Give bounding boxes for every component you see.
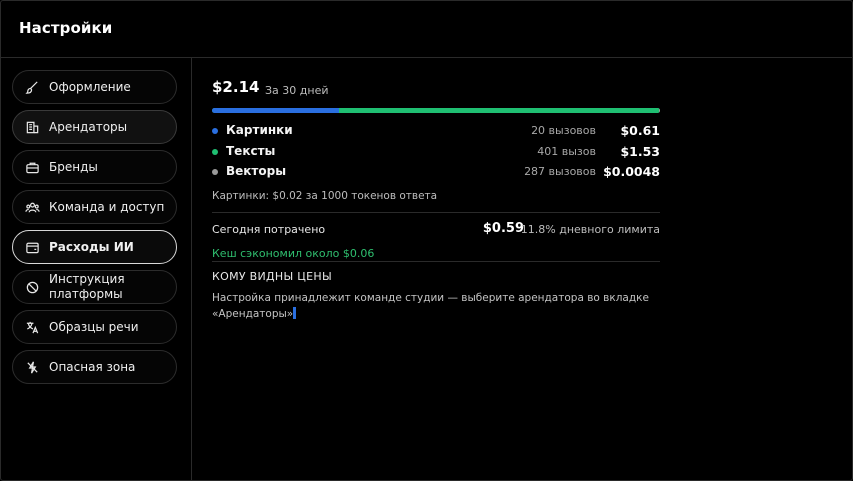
sidebar-item-label: Расходы ИИ — [49, 239, 134, 254]
sidebar-item-brands[interactable]: Бренды — [12, 150, 177, 184]
building-icon — [24, 119, 40, 135]
sidebar-item-label: Арендаторы — [49, 119, 128, 134]
wallet-icon — [24, 239, 40, 255]
danger-icon — [24, 359, 40, 375]
row-cost: $0.61 — [620, 123, 660, 138]
daily-limit-percent: 11.8% дневного лимита — [520, 223, 660, 236]
row-label: Картинки — [226, 123, 293, 137]
row-cost: $1.53 — [620, 144, 660, 159]
cost-row-images: Картинки 20 вызовов $0.61 — [212, 123, 660, 139]
legend-dot — [212, 169, 218, 175]
settings-sidebar: Оформление Арендаторы Бренды Команда и д… — [0, 58, 192, 481]
row-calls: 287 вызовов — [524, 165, 596, 178]
sidebar-item-team-access[interactable]: Команда и доступ — [12, 190, 177, 224]
divider — [212, 261, 660, 262]
page-title: Настройки — [19, 19, 113, 37]
cost-row-vectors: Векторы 287 вызовов $0.0048 — [212, 164, 660, 180]
divider — [212, 212, 660, 213]
row-calls: 20 вызовов — [531, 124, 596, 137]
legend-dot — [212, 128, 218, 134]
row-label: Векторы — [226, 164, 287, 178]
row-label: Тексты — [226, 144, 276, 158]
sidebar-item-speech-samples[interactable]: Образцы речи — [12, 310, 177, 344]
page-header: Настройки — [0, 0, 853, 58]
price-visibility-description: Настройка принадлежит команде студии — в… — [212, 290, 652, 322]
period-label: За 30 дней — [265, 84, 329, 97]
today-amount: $0.59 — [482, 221, 524, 236]
description-text: Настройка принадлежит команде студии — в… — [212, 292, 649, 320]
brush-icon — [24, 79, 40, 95]
cache-savings-note: Кеш сэкономил около $0.06 — [212, 247, 375, 260]
bar-segment-texts — [339, 108, 660, 113]
sidebar-item-tenants[interactable]: Арендаторы — [12, 110, 177, 144]
today-label: Сегодня потрачено — [212, 223, 326, 236]
sidebar-item-platform-guide[interactable]: Инструкция платформы — [12, 270, 177, 304]
sidebar-item-ai-costs[interactable]: Расходы ИИ — [12, 230, 177, 264]
sidebar-item-label: Оформление — [49, 79, 131, 94]
pricing-note: Картинки: $0.02 за 1000 токенов ответа — [212, 190, 438, 202]
bar-segment-images — [212, 108, 340, 113]
row-cost: $0.0048 — [603, 164, 660, 179]
price-visibility-title: КОМУ ВИДНЫ ЦЕНЫ — [212, 270, 332, 283]
legend-dot — [212, 149, 218, 155]
sidebar-item-label: Инструкция платформы — [49, 272, 125, 301]
row-calls: 401 вызов — [537, 145, 596, 158]
sidebar-item-danger-zone[interactable]: Опасная зона — [12, 350, 177, 384]
cost-distribution-bar — [212, 108, 660, 113]
sidebar-item-label: Бренды — [49, 159, 98, 174]
cost-row-texts: Тексты 401 вызов $1.53 — [212, 144, 660, 160]
sidebar-item-label: Команда и доступ — [49, 199, 165, 214]
briefcase-icon — [24, 159, 40, 175]
sidebar-item-appearance[interactable]: Оформление — [12, 70, 177, 104]
total-cost: $2.14 — [212, 78, 260, 96]
sidebar-item-label: Образцы речи — [49, 319, 139, 334]
sidebar-item-label: Опасная зона — [49, 359, 136, 374]
text-cursor — [293, 307, 297, 319]
team-icon — [24, 199, 40, 215]
translate-icon — [24, 319, 40, 335]
block-icon — [24, 279, 40, 295]
